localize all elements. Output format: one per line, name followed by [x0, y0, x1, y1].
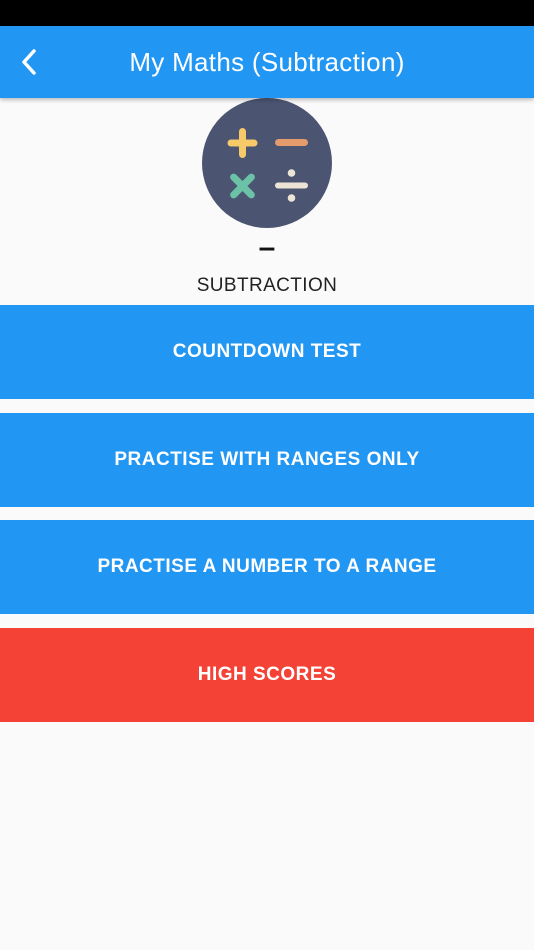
operation-name: SUBTRACTION — [196, 275, 338, 296]
countdown-test-label: COUNTDOWN TEST — [172, 341, 362, 362]
back-button[interactable] — [8, 40, 52, 84]
app-bar: My Maths (Subtraction) — [0, 26, 534, 98]
plus-icon — [227, 128, 258, 158]
maths-logo — [202, 98, 332, 228]
practise-number-range-button[interactable]: PRACTISE A NUMBER TO A RANGE — [0, 520, 534, 614]
high-scores-label: HIGH SCORES — [197, 664, 337, 685]
practise-number-range-label: PRACTISE A NUMBER TO A RANGE — [97, 556, 437, 577]
page-title: My Maths (Subtraction) — [129, 47, 405, 77]
status-bar — [0, 0, 534, 26]
operation-symbol: – — [258, 231, 276, 264]
times-icon — [230, 173, 255, 199]
countdown-test-button[interactable]: COUNTDOWN TEST — [0, 305, 534, 399]
practise-ranges-label: PRACTISE WITH RANGES ONLY — [114, 449, 420, 470]
divide-icon — [275, 169, 308, 202]
practise-ranges-button[interactable]: PRACTISE WITH RANGES ONLY — [0, 413, 534, 507]
minus-icon — [275, 139, 308, 146]
chevron-left-icon — [22, 49, 36, 75]
high-scores-button[interactable]: HIGH SCORES — [0, 628, 534, 722]
